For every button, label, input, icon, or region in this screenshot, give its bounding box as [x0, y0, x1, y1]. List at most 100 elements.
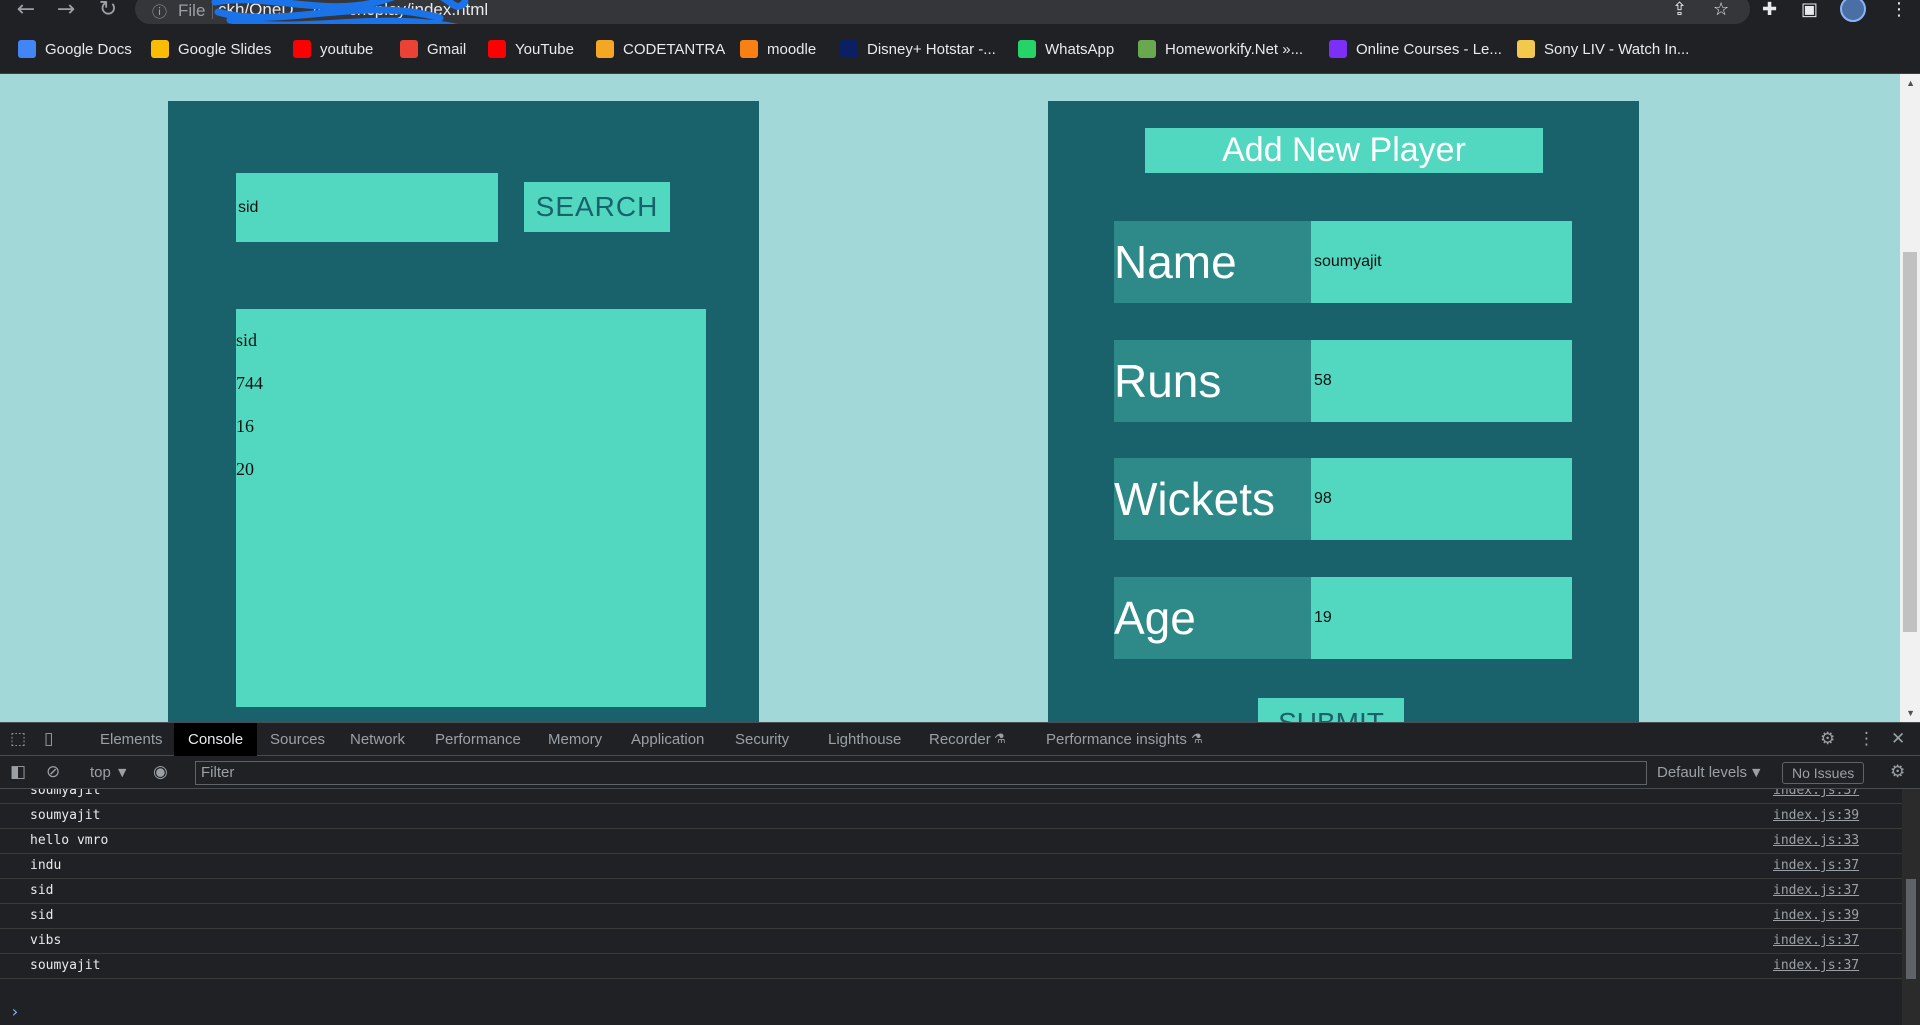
log-levels-dropdown[interactable]: Default levels	[1657, 756, 1747, 789]
settings-gear-icon[interactable]: ⚙	[1820, 723, 1835, 756]
log-source-link[interactable]: index.js:37	[1773, 883, 1859, 898]
log-message: soumyajit	[30, 958, 101, 973]
tab-network[interactable]: Network	[350, 723, 405, 756]
runs-field-row: Runs	[1114, 340, 1572, 422]
console-settings-icon[interactable]: ⚙	[1890, 756, 1905, 789]
log-source-link[interactable]: index.js:39	[1773, 908, 1859, 923]
log-source-link[interactable]: index.js:37	[1773, 858, 1859, 873]
context-dropdown-icon[interactable]: ▼	[118, 756, 126, 789]
log-source-link[interactable]: index.js:37	[1773, 789, 1859, 798]
tab-application[interactable]: Application	[631, 723, 704, 756]
bookmark-label: Homeworkify.Net »...	[1165, 40, 1304, 58]
log-source-link[interactable]: index.js:37	[1773, 958, 1859, 973]
profile-avatar[interactable]	[1840, 0, 1866, 22]
youtube-icon	[293, 40, 311, 58]
result-runs: 744	[236, 373, 263, 393]
bookmark-star-icon[interactable]: ☆	[1713, 0, 1729, 20]
add-player-title: Add New Player	[1145, 128, 1543, 173]
tab-security[interactable]: Security	[735, 723, 789, 756]
scroll-up-icon[interactable]: ▲	[1906, 78, 1915, 88]
bookmark-item[interactable]: Gmail	[400, 38, 466, 60]
log-source-link[interactable]: index.js:33	[1773, 833, 1859, 848]
device-toolbar-icon[interactable]: ▯	[44, 723, 53, 756]
tab-sources[interactable]: Sources	[270, 723, 325, 756]
bookmark-item[interactable]: Homeworkify.Net »...	[1138, 38, 1303, 60]
share-icon[interactable]: ⇪	[1672, 0, 1687, 20]
runs-label: Runs	[1114, 340, 1311, 422]
console-scrollbar[interactable]	[1902, 789, 1920, 1025]
forward-icon[interactable]: →	[52, 0, 80, 22]
log-row: hello vmro index.js:33	[0, 829, 1902, 854]
homeworkify-icon	[1138, 40, 1156, 58]
inspect-element-icon[interactable]: ⬚	[10, 723, 26, 756]
age-input[interactable]	[1311, 577, 1572, 659]
console-scroll-thumb[interactable]	[1906, 879, 1916, 979]
log-message: soumyajit	[30, 808, 101, 823]
search-button[interactable]: SEARCH	[524, 182, 670, 232]
tab-lighthouse[interactable]: Lighthouse	[828, 723, 901, 756]
close-devtools-icon[interactable]: ✕	[1891, 723, 1905, 756]
context-selector[interactable]: top	[90, 756, 111, 789]
log-source-link[interactable]: index.js:39	[1773, 808, 1859, 823]
page-scrollbar[interactable]: ▲ ▼	[1900, 74, 1920, 722]
bookmark-item[interactable]: moodle	[740, 38, 816, 60]
bookmark-label: YouTube	[515, 40, 574, 58]
bookmark-item[interactable]: CODETANTRA	[596, 38, 725, 60]
bookmark-item[interactable]: youtube	[293, 38, 373, 60]
devtools-panel: ⬚ ▯ Elements Console Sources Network Per…	[0, 722, 1920, 1025]
bookmark-label: Disney+ Hotstar -...	[867, 40, 996, 58]
bookmark-item[interactable]: Google Docs	[18, 38, 132, 60]
bookmark-item[interactable]: Online Courses - Le...	[1329, 38, 1502, 60]
side-panel-icon[interactable]: ▣	[1801, 0, 1818, 20]
log-message: vibs	[30, 933, 62, 948]
bookmark-item[interactable]: Sony LIV - Watch In...	[1517, 38, 1689, 60]
tab-recorder[interactable]: Recorder	[929, 723, 991, 756]
scroll-down-icon[interactable]: ▼	[1906, 708, 1915, 718]
log-message: soumyajit	[30, 789, 101, 798]
live-expression-eye-icon[interactable]: ◉	[153, 756, 168, 789]
extensions-icon[interactable]: ✚	[1762, 0, 1777, 20]
log-message: indu	[30, 858, 62, 873]
bookmark-label: CODETANTRA	[623, 40, 726, 58]
site-info-icon[interactable]: ⓘ	[152, 1, 167, 22]
console-log-list: soumyajit index.js:37 soumyajit index.js…	[0, 789, 1902, 1025]
tab-performance-insights[interactable]: Performance insights	[1046, 723, 1187, 756]
log-row: soumyajit index.js:39	[0, 804, 1902, 829]
sidebar-toggle-icon[interactable]: ◧	[10, 756, 26, 789]
whatsapp-icon	[1018, 40, 1036, 58]
bookmark-item[interactable]: Google Slides	[151, 38, 271, 60]
log-row: soumyajit index.js:37	[0, 789, 1902, 804]
bookmark-item[interactable]: YouTube	[488, 38, 574, 60]
console-filter-input[interactable]: Filter	[195, 761, 1647, 785]
name-input[interactable]	[1311, 221, 1572, 303]
page-viewport: SEARCH sid 744 16 20 Add New Player Name…	[0, 74, 1920, 722]
runs-input[interactable]	[1311, 340, 1572, 422]
console-prompt[interactable]: ›	[10, 1002, 20, 1021]
clear-console-icon[interactable]: ⊘	[46, 756, 60, 789]
codetantra-icon	[596, 40, 614, 58]
tab-performance[interactable]: Performance	[435, 723, 521, 756]
tab-elements[interactable]: Elements	[100, 723, 163, 756]
log-row: indu index.js:37	[0, 854, 1902, 879]
back-icon[interactable]: ←	[12, 0, 40, 22]
bookmark-label: Google Docs	[45, 40, 132, 58]
submit-button[interactable]: SUBMIT	[1258, 698, 1404, 722]
bookmark-item[interactable]: WhatsApp	[1018, 38, 1114, 60]
issues-button[interactable]: No Issues	[1782, 762, 1865, 784]
page-scroll-thumb[interactable]	[1903, 252, 1917, 632]
search-result-box: sid 744 16 20	[236, 309, 706, 707]
menu-kebab-icon[interactable]: ⋮	[1890, 0, 1908, 20]
levels-dropdown-icon[interactable]: ▼	[1752, 756, 1760, 789]
log-source-link[interactable]: index.js:37	[1773, 933, 1859, 948]
wickets-input[interactable]	[1311, 458, 1572, 540]
reload-icon[interactable]: ↻	[94, 0, 122, 22]
online-courses-icon	[1329, 40, 1347, 58]
tab-memory[interactable]: Memory	[548, 723, 602, 756]
recorder-flask-icon: ⚗	[994, 732, 1006, 747]
bookmark-item[interactable]: Disney+ Hotstar -...	[840, 38, 996, 60]
tab-console[interactable]: Console	[174, 723, 258, 756]
log-message: sid	[30, 883, 54, 898]
url-scheme-label: File	[178, 1, 206, 20]
search-input[interactable]	[236, 173, 498, 242]
devtools-menu-icon[interactable]: ⋮	[1858, 723, 1875, 756]
